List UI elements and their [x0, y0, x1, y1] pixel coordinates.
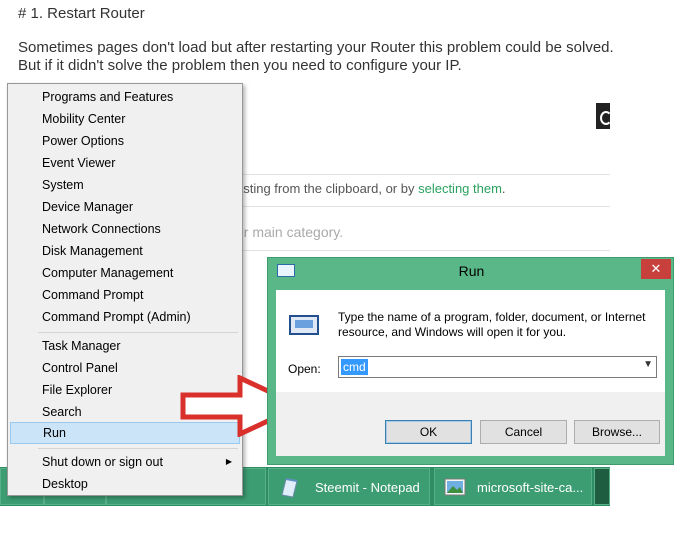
- notepad-icon: [281, 478, 298, 498]
- run-dialog: Run ✕ Type the name of a program, folder…: [267, 257, 674, 465]
- taskbar-image-viewer[interactable]: microsoft-site-ca...: [434, 468, 592, 505]
- article-heading: # 1. Restart Router: [18, 5, 145, 22]
- menu-item-desktop[interactable]: Desktop: [10, 473, 240, 495]
- paragraph-line-2: But if it didn't solve the problem then …: [18, 57, 462, 74]
- hint-text: asting from the clipboard, or by: [236, 181, 419, 196]
- menu-item-programs-and-features[interactable]: Programs and Features: [10, 86, 240, 108]
- menu-item-shut-down-or-sign-out[interactable]: Shut down or sign out ▶: [10, 451, 240, 473]
- taskbar-item-label: Steemit - Notepad: [315, 480, 420, 495]
- run-description: Type the name of a program, folder, docu…: [338, 310, 646, 339]
- dark-icon-button[interactable]: [596, 103, 612, 129]
- run-program-icon: [289, 315, 319, 335]
- run-dialog-title: Run: [458, 263, 485, 279]
- submenu-arrow-icon: ▶: [225, 457, 232, 466]
- cancel-button[interactable]: Cancel: [480, 420, 567, 444]
- article-paragraph: Sometimes pages don't load but after res…: [18, 39, 618, 75]
- taskbar-item-label: microsoft-site-ca...: [477, 480, 584, 495]
- menu-item-task-manager[interactable]: Task Manager: [10, 335, 240, 357]
- open-input-value[interactable]: cmd: [341, 359, 368, 375]
- divider: [230, 250, 610, 251]
- open-combobox[interactable]: cmd ▼: [338, 356, 657, 378]
- menu-item-power-options[interactable]: Power Options: [10, 130, 240, 152]
- taskbar-item[interactable]: [594, 468, 610, 505]
- menu-separator: [38, 448, 238, 449]
- editor-hint: asting from the clipboard, or by selecti…: [236, 181, 506, 196]
- open-label: Open:: [288, 362, 321, 376]
- hint-suffix: .: [501, 181, 506, 196]
- divider: [230, 206, 610, 207]
- image-viewer-icon: [444, 478, 466, 496]
- menu-item-system[interactable]: System: [10, 174, 240, 196]
- menu-item-device-manager[interactable]: Device Manager: [10, 196, 240, 218]
- menu-item-command-prompt[interactable]: Command Prompt: [10, 284, 240, 306]
- menu-item-network-connections[interactable]: Network Connections: [10, 218, 240, 240]
- selecting-them-link[interactable]: selecting them: [418, 181, 502, 196]
- ok-button[interactable]: OK: [385, 420, 472, 444]
- menu-item-computer-management[interactable]: Computer Management: [10, 262, 240, 284]
- menu-item-event-viewer[interactable]: Event Viewer: [10, 152, 240, 174]
- paragraph-line-1: Sometimes pages don't load but after res…: [18, 39, 614, 56]
- close-button[interactable]: ✕: [641, 259, 671, 279]
- menu-separator: [38, 332, 238, 333]
- menu-item-mobility-center[interactable]: Mobility Center: [10, 108, 240, 130]
- divider: [230, 174, 610, 175]
- menu-item-command-prompt-admin[interactable]: Command Prompt (Admin): [10, 306, 240, 328]
- run-dialog-body: Type the name of a program, folder, docu…: [276, 290, 665, 392]
- run-dialog-footer: OK Cancel Browse...: [276, 392, 665, 456]
- chevron-down-icon[interactable]: ▼: [643, 359, 653, 370]
- taskbar-notepad[interactable]: Steemit - Notepad: [268, 468, 430, 505]
- menu-item-label: Shut down or sign out: [42, 455, 163, 469]
- category-input-placeholder[interactable]: ur main category.: [236, 224, 343, 240]
- menu-item-disk-management[interactable]: Disk Management: [10, 240, 240, 262]
- browse-button[interactable]: Browse...: [574, 420, 660, 444]
